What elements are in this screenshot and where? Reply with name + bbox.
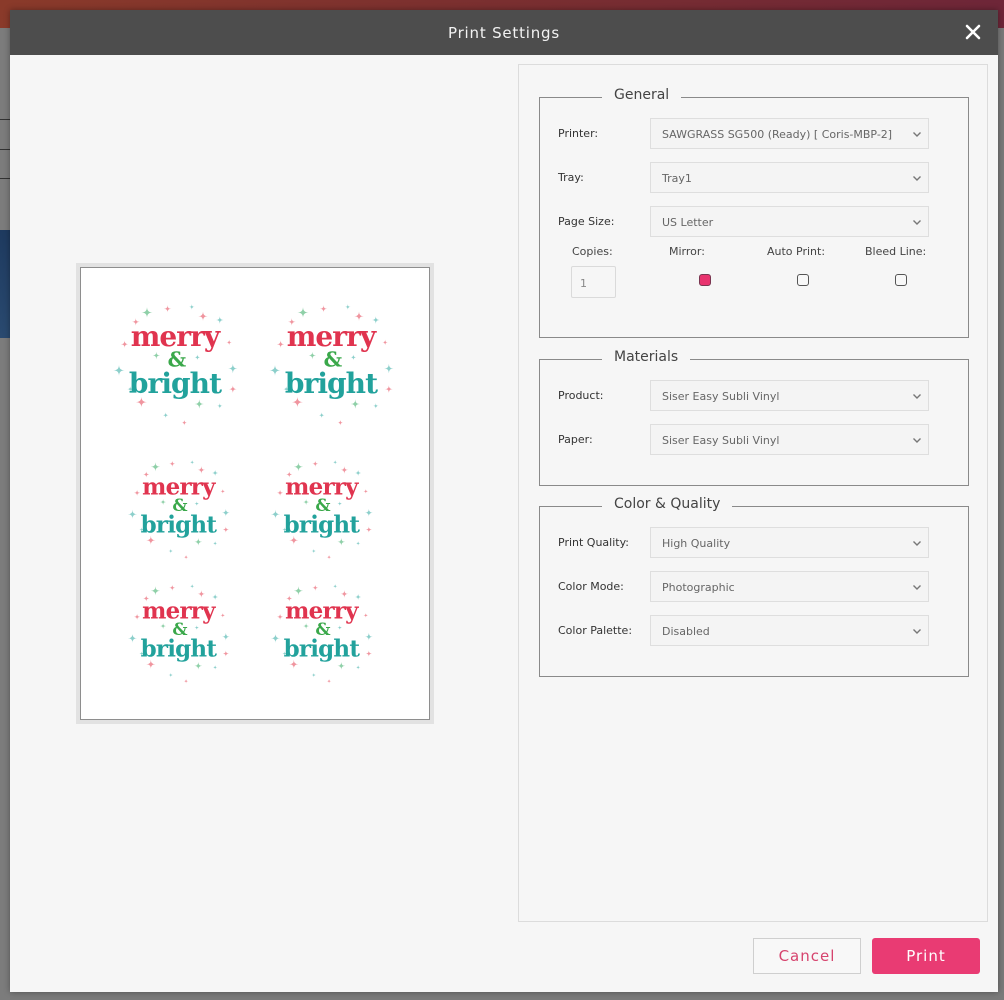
color-mode-value: Photographic <box>662 581 735 594</box>
paper-label: Paper: <box>558 433 593 446</box>
sparkles-icon: merry&bright <box>127 583 230 684</box>
tray-label: Tray: <box>558 171 584 184</box>
paper-select[interactable]: Siser Easy Subli Vinyl <box>650 424 929 455</box>
print-quality-label: Print Quality: <box>558 536 630 549</box>
close-icon <box>965 24 981 40</box>
chevron-down-icon <box>913 176 921 181</box>
print-button[interactable]: Print <box>872 938 980 974</box>
cancel-button[interactable]: Cancel <box>753 938 861 974</box>
materials-legend: Materials <box>602 349 691 365</box>
color-mode-select[interactable]: Photographic <box>650 571 929 602</box>
auto-print-checkbox[interactable] <box>797 274 809 286</box>
chevron-down-icon <box>913 220 921 225</box>
sparkles-icon: merry&bright <box>127 459 230 560</box>
sparkles-icon: merry&bright <box>113 304 238 426</box>
design-text-bright: bright <box>129 367 222 400</box>
design-merry-bright: merry & bright <box>121 450 236 565</box>
color-palette-label: Color Palette: <box>558 624 633 637</box>
sparkles-icon: merry&bright <box>270 459 373 560</box>
background-app-panel <box>0 28 10 1000</box>
color-mode-label: Color Mode: <box>558 580 624 593</box>
color-palette-select[interactable]: Disabled <box>650 615 929 646</box>
tray-row: Tray: Tray1 <box>540 162 970 194</box>
mirror-checkbox[interactable] <box>699 274 711 286</box>
printer-value: SAWGRASS SG500 (Ready) [ Coris-MBP-2] <box>662 128 893 141</box>
chevron-down-icon <box>913 629 921 634</box>
auto-print-label: Auto Print: <box>767 245 826 258</box>
print-quality-value: High Quality <box>662 537 731 550</box>
design-merry-bright: merry & bright <box>264 574 379 689</box>
paper-value: Siser Easy Subli Vinyl <box>662 434 780 447</box>
background-thumbnail <box>0 230 10 338</box>
design-text-bright: bright <box>141 512 218 539</box>
design-text-bright: bright <box>141 636 218 663</box>
copies-label: Copies: <box>572 245 613 258</box>
printer-label: Printer: <box>558 127 599 140</box>
settings-panel: General Printer: SAWGRASS SG500 (Ready) … <box>518 64 988 922</box>
design-merry-bright: merry & bright <box>105 292 245 432</box>
paper-row: Paper: Siser Easy Subli Vinyl <box>540 424 970 456</box>
color-mode-row: Color Mode: Photographic <box>540 571 970 603</box>
product-value: Siser Easy Subli Vinyl <box>662 390 780 403</box>
print-settings-dialog: Print Settings merry & bright merry & bright m… <box>10 10 998 992</box>
mirror-label: Mirror: <box>669 245 705 258</box>
design-text-bright: bright <box>284 512 361 539</box>
bleed-line-label: Bleed Line: <box>865 245 927 258</box>
page-size-value: US Letter <box>662 216 714 229</box>
design-merry-bright: merry & bright <box>264 450 379 565</box>
product-label: Product: <box>558 389 604 402</box>
general-legend: General <box>602 87 682 103</box>
color-quality-group: Color & Quality Print Quality: High Qual… <box>539 496 970 677</box>
background-divider <box>0 119 10 120</box>
page-size-row: Page Size: US Letter <box>540 206 970 238</box>
close-button[interactable] <box>962 21 984 43</box>
page-size-select[interactable]: US Letter <box>650 206 929 237</box>
materials-group: Materials Product: Siser Easy Subli Viny… <box>539 349 970 486</box>
design-merry-bright: merry & bright <box>261 292 401 432</box>
bleed-line-checkbox[interactable] <box>895 274 907 286</box>
chevron-down-icon <box>913 585 921 590</box>
dialog-header: Print Settings <box>10 10 998 55</box>
printer-row: Printer: SAWGRASS SG500 (Ready) [ Coris-… <box>540 118 970 150</box>
printer-select[interactable]: SAWGRASS SG500 (Ready) [ Coris-MBP-2] <box>650 118 929 149</box>
preview-page: merry & bright merry & bright merry & bright merr… <box>80 267 430 720</box>
color-palette-value: Disabled <box>662 625 710 638</box>
product-row: Product: Siser Easy Subli Vinyl <box>540 380 970 412</box>
sparkles-icon: merry&bright <box>270 583 373 684</box>
background-divider <box>0 178 10 179</box>
tray-select[interactable]: Tray1 <box>650 162 929 193</box>
dialog-title: Print Settings <box>448 23 560 42</box>
design-merry-bright: merry & bright <box>121 574 236 689</box>
chevron-down-icon <box>913 438 921 443</box>
color-palette-row: Color Palette: Disabled <box>540 615 970 647</box>
general-group: General Printer: SAWGRASS SG500 (Ready) … <box>539 87 970 338</box>
design-text-bright: bright <box>285 367 378 400</box>
chevron-down-icon <box>913 541 921 546</box>
page-size-label: Page Size: <box>558 215 615 228</box>
product-select[interactable]: Siser Easy Subli Vinyl <box>650 380 929 411</box>
background-divider <box>0 149 10 150</box>
print-quality-row: Print Quality: High Quality <box>540 527 970 559</box>
tray-value: Tray1 <box>662 172 692 185</box>
print-quality-select[interactable]: High Quality <box>650 527 929 558</box>
chevron-down-icon <box>913 394 921 399</box>
print-preview: merry & bright merry & bright merry & bright merr… <box>76 263 434 724</box>
design-text-bright: bright <box>284 636 361 663</box>
color-quality-legend: Color & Quality <box>602 496 733 512</box>
sparkles-icon: merry&bright <box>269 304 394 426</box>
chevron-down-icon <box>913 132 921 137</box>
copies-input[interactable]: 1 <box>571 266 616 298</box>
